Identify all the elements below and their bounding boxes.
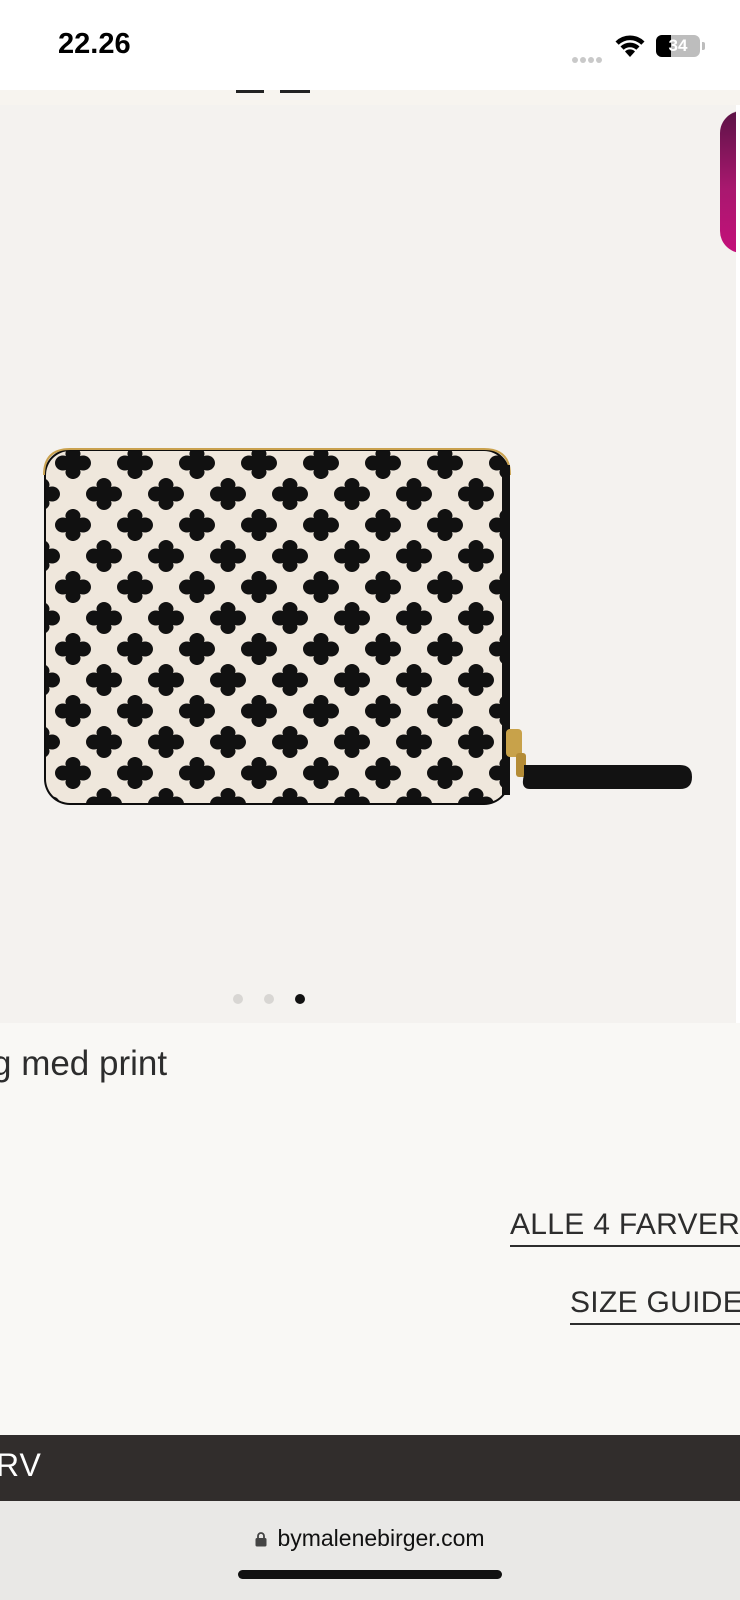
product-image-wallet — [43, 448, 692, 805]
status-time: 22.26 — [58, 28, 131, 60]
size-guide-link[interactable]: SIZE GUIDE — [570, 1286, 740, 1325]
cellular-signal-icon — [572, 50, 606, 63]
pagination-dot[interactable] — [233, 994, 243, 1004]
home-indicator[interactable] — [238, 1570, 502, 1579]
wifi-icon — [615, 35, 645, 57]
pagination-dot[interactable] — [295, 994, 305, 1004]
pagination-dot[interactable] — [264, 994, 274, 1004]
all-colors-link[interactable]: ALLE 4 FARVER — [510, 1208, 740, 1247]
cta-label: RV — [0, 1447, 42, 1483]
site-header-strip — [0, 90, 740, 105]
product-image-gallery[interactable] — [0, 105, 740, 1023]
status-bar: 22.26 34 — [0, 0, 740, 90]
gallery-pagination — [0, 988, 740, 1008]
product-title: g med print — [0, 1044, 168, 1083]
browser-address-bar[interactable]: bymalenebirger.com — [0, 1501, 740, 1600]
lock-icon — [255, 1532, 267, 1547]
url-text: bymalenebirger.com — [277, 1525, 485, 1551]
add-to-bag-button[interactable]: RV — [0, 1435, 740, 1501]
brand-logo-fragment — [236, 90, 310, 93]
zipper-pull — [506, 729, 692, 789]
battery-nub — [702, 42, 705, 50]
battery-level: 34 — [668, 36, 688, 55]
gallery-edge — [736, 105, 740, 1023]
battery-icon: 34 — [656, 35, 700, 57]
url-field[interactable]: bymalenebirger.com — [0, 1525, 740, 1552]
